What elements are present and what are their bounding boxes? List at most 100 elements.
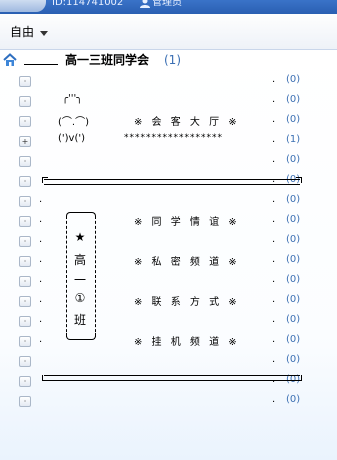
deco-vchar: 一 (73, 273, 86, 287)
row-dot: . (272, 274, 276, 285)
row-lead: . (39, 254, 43, 265)
deco-vbox-bottom (66, 333, 96, 340)
row-count: (0) (286, 334, 301, 345)
row-lead: . (39, 234, 43, 245)
member-row[interactable]: · . ※ 挂 机 频 道 ※ . (0) (0, 331, 337, 351)
expand-toggle[interactable]: · (19, 396, 31, 407)
status-dropdown[interactable]: 自由 (10, 23, 49, 41)
row-count: (0) (286, 394, 301, 405)
expand-toggle[interactable]: · (19, 156, 31, 167)
member-row[interactable]: · . ※ 联 系 方 式 ※ . (0) (0, 291, 337, 311)
row-count: (0) (286, 94, 301, 105)
row-count: (0) (286, 114, 301, 125)
row-lead: . (39, 194, 43, 205)
deco-frame-top (44, 179, 300, 185)
row-dot: . (272, 314, 276, 325)
member-row[interactable]: · ╭'''╮ . (0) (0, 91, 337, 111)
deco-frame-corner (42, 177, 48, 183)
home-icon (3, 53, 17, 66)
row-dot: . (272, 294, 276, 305)
member-row[interactable]: · (⌒.⌒) ※ 会 客 大 厅 ※ . (0) (0, 111, 337, 131)
row-dot: . (272, 134, 276, 145)
row-lead: . (39, 314, 43, 325)
expand-toggle[interactable]: · (19, 216, 31, 227)
section-classmates: ※ 同 学 情 谊 ※ (134, 217, 240, 228)
expand-toggle[interactable]: · (19, 96, 31, 107)
deco-face-bot: (')v(') (58, 133, 86, 144)
title-bar: ID:114741002 管理员 (0, 0, 337, 14)
member-row[interactable]: · . . (0) (0, 311, 337, 331)
user-icon (140, 0, 150, 8)
expand-toggle[interactable]: · (19, 376, 31, 387)
row-count: (0) (286, 234, 301, 245)
row-count: (1) (286, 134, 301, 145)
member-row[interactable]: · . (0) (0, 151, 337, 171)
chevron-down-icon (40, 30, 49, 36)
deco-face-mid: (⌒.⌒) (58, 117, 89, 128)
row-count: (0) (286, 254, 301, 265)
deco-vchar: ★ (74, 230, 86, 244)
section-private: ※ 私 密 频 道 ※ (134, 257, 240, 268)
row-count: (0) (286, 274, 301, 285)
row-count: (0) (286, 294, 301, 305)
row-count: (0) (286, 314, 301, 325)
deco-vchar: 高 (73, 253, 86, 267)
row-lead: . (39, 214, 43, 225)
member-row[interactable]: · . . (0) (0, 191, 337, 211)
app-logo (0, 0, 46, 12)
member-row[interactable]: · . . (0) (0, 231, 337, 251)
row-dot: . (272, 334, 276, 345)
member-row[interactable]: · . ※ 同 学 情 谊 ※ . (0) (0, 211, 337, 231)
expand-toggle[interactable]: · (19, 336, 31, 347)
member-row[interactable]: · . (0) (0, 391, 337, 411)
expand-toggle[interactable]: · (19, 256, 31, 267)
row-dot: . (272, 214, 276, 225)
expand-toggle[interactable]: · (19, 276, 31, 287)
row-dot: . (272, 234, 276, 245)
toolbar: 自由 (0, 14, 337, 50)
section-idle: ※ 挂 机 频 道 ※ (134, 337, 240, 348)
section-lobby: ※ 会 客 大 厅 ※ (134, 117, 240, 128)
row-count: (0) (286, 154, 301, 165)
user-role: 管理员 (152, 0, 182, 8)
row-dot: . (272, 114, 276, 125)
member-row[interactable]: · . . (0) (0, 271, 337, 291)
group-member-count: (1) (164, 53, 181, 67)
row-dot: . (272, 194, 276, 205)
member-row[interactable]: · . (0) (0, 351, 337, 371)
deco-frame-bottom (44, 375, 300, 381)
deco-stars: ****************** (124, 133, 223, 143)
row-dot: . (272, 394, 276, 405)
row-dot: . (272, 354, 276, 365)
member-list: 高一三班同学会 (1) · . (0) · ╭'''╮ . (0) · (⌒.⌒… (0, 50, 337, 460)
deco-face-top: ╭'''╮ (62, 93, 83, 104)
expand-toggle[interactable]: · (19, 176, 31, 187)
row-dot: . (272, 74, 276, 85)
deco-frame-corner (42, 375, 48, 381)
expand-toggle[interactable]: · (19, 316, 31, 327)
member-row[interactable]: · . (0) (0, 71, 337, 91)
deco-frame-corner (296, 177, 302, 183)
expand-toggle[interactable]: · (19, 356, 31, 367)
section-contact: ※ 联 系 方 式 ※ (134, 297, 240, 308)
expand-toggle[interactable]: · (19, 236, 31, 247)
row-dot: . (272, 154, 276, 165)
status-label: 自由 (10, 25, 35, 39)
expand-toggle[interactable]: + (19, 136, 31, 147)
deco-frame-corner (296, 375, 302, 381)
user-id: ID:114741002 (52, 0, 124, 8)
row-count: (0) (286, 214, 301, 225)
deco-vchar: 班 (73, 313, 86, 327)
row-lead: . (39, 294, 43, 305)
expand-toggle[interactable]: · (19, 196, 31, 207)
expand-toggle[interactable]: · (19, 296, 31, 307)
member-row[interactable]: · . ※ 私 密 频 道 ※ . (0) (0, 251, 337, 271)
deco-vchar: ① (74, 291, 86, 305)
group-header[interactable]: 高一三班同学会 (1) (0, 50, 337, 70)
row-count: (0) (286, 74, 301, 85)
group-name: 高一三班同学会 (65, 53, 150, 67)
expand-toggle[interactable]: · (19, 76, 31, 87)
member-row[interactable]: · . (0) (0, 371, 337, 391)
member-row[interactable]: + (')v(') ****************** . (1) (0, 131, 337, 151)
expand-toggle[interactable]: · (19, 116, 31, 127)
